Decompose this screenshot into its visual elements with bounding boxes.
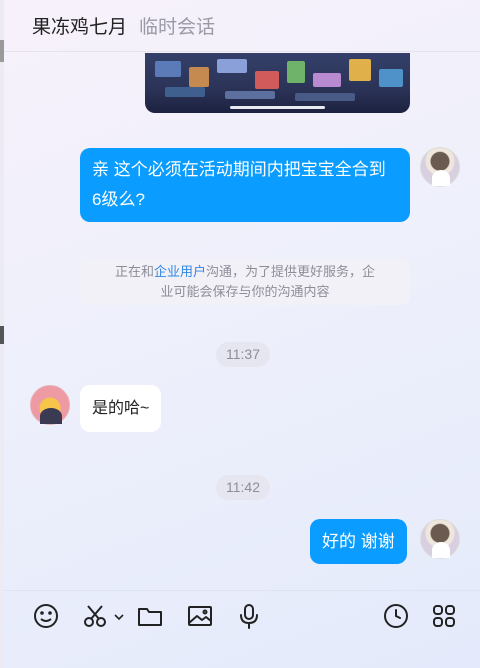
system-notice: 正在和企业用户沟通，为了提供更好服务，企 业可能会保存与你的沟通内容: [80, 259, 410, 305]
message-line: 6级么?: [92, 190, 145, 209]
chevron-down-icon[interactable]: [111, 601, 127, 631]
message-line: 亲 这个必须在活动期间内把宝宝全合到: [92, 160, 386, 179]
scissors-icon[interactable]: [80, 601, 110, 631]
enterprise-user-link[interactable]: 企业用户: [154, 264, 206, 279]
left-edge-strip: [0, 0, 4, 668]
emoji-icon[interactable]: [31, 601, 61, 631]
notice-text: 沟通，为了提供更好服务，企: [206, 264, 376, 279]
my-avatar[interactable]: [420, 147, 460, 187]
apps-icon[interactable]: [429, 601, 459, 631]
contact-avatar[interactable]: [30, 385, 70, 425]
image-icon[interactable]: [185, 601, 215, 631]
chat-header: 果冻鸡七月 临时会话: [4, 0, 480, 52]
contact-name[interactable]: 果冻鸡七月: [32, 12, 127, 39]
input-toolbar: [4, 590, 480, 640]
timestamp: 11:37: [216, 342, 270, 367]
session-type-label: 临时会话: [139, 17, 216, 38]
folder-icon[interactable]: [135, 601, 165, 631]
incoming-message[interactable]: 是的哈~: [80, 385, 162, 432]
image-home-indicator: [230, 106, 325, 109]
my-avatar[interactable]: [420, 519, 460, 559]
outgoing-message[interactable]: 亲 这个必须在活动期间内把宝宝全合到 6级么?: [80, 148, 410, 222]
microphone-icon[interactable]: [234, 601, 264, 631]
clock-icon[interactable]: [381, 601, 411, 631]
notice-text: 正在和: [114, 264, 154, 279]
notice-text: 业可能会保存与你的沟通内容: [160, 284, 330, 299]
outgoing-message[interactable]: 好的 谢谢: [310, 519, 407, 564]
image-message[interactable]: [145, 53, 410, 113]
timestamp: 11:42: [216, 475, 270, 500]
left-edge-mark: [0, 326, 4, 344]
